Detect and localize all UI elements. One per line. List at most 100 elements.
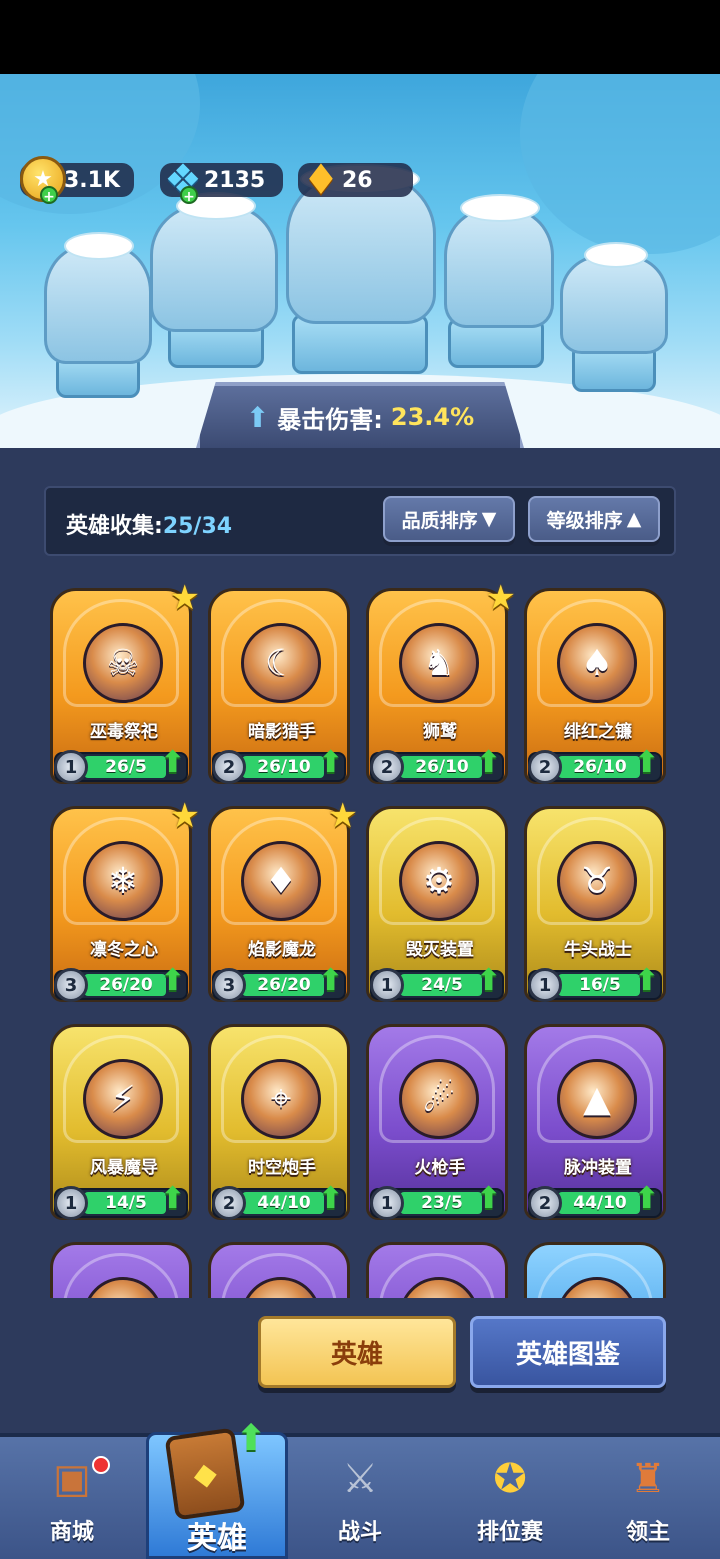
hero-card[interactable]: ☾ 暗影猎手 26/10 2 ⬆ <box>208 588 350 792</box>
hero-name: 时空炮手 <box>248 1158 316 1178</box>
hero-level-row: 44/10 2 ⬆ <box>528 1182 662 1220</box>
hero-level-badge: 1 <box>528 968 562 1002</box>
hero-card[interactable]: ▲ 脉冲装置 44/10 2 ⬆ <box>524 1024 666 1228</box>
tab-heroes[interactable]: 英雄 <box>258 1316 456 1388</box>
hero-level-row: 24/5 1 ⬆ <box>370 964 504 1002</box>
hero-progress: 16/5 <box>579 975 621 995</box>
tab-hero-codex[interactable]: 英雄图鉴 <box>470 1316 666 1388</box>
bonus-value: 23.4% <box>390 403 475 431</box>
ice-cave-wall <box>520 74 720 254</box>
bonus-label: 暴击伤害: <box>277 405 383 434</box>
hero-portrait-icon: ♉ <box>580 860 614 902</box>
hero-level-row: 26/5 1 ⬆ <box>54 746 188 784</box>
hero-name: 毁灭装置 <box>406 940 474 960</box>
collection-label: 英雄收集:25/34 <box>66 508 232 540</box>
hero-card-body <box>524 1242 666 1298</box>
hero-progress: 26/10 <box>415 757 469 777</box>
hero-name: 焰影魔龙 <box>248 940 316 960</box>
hero-card[interactable]: ♠ 绯红之镰 26/10 2 ⬆ <box>524 588 666 792</box>
hero-progress: 24/5 <box>421 975 463 995</box>
star-icon: ★ <box>485 580 516 618</box>
hero-progress: 44/10 <box>573 1193 627 1213</box>
hero-card[interactable]: ♦ 焰影魔龙 26/20 3 ⬆ ★ <box>208 796 358 1010</box>
hero-level-badge: 2 <box>528 1186 562 1220</box>
hero-progress: 26/20 <box>99 975 153 995</box>
hero-progress: 26/20 <box>257 975 311 995</box>
hero-card[interactable]: ⚡ 风暴魔导 14/5 1 ⬆ <box>50 1024 192 1228</box>
upgrade-arrow-icon[interactable]: ⬆ <box>634 1182 664 1216</box>
upgrade-arrow-icon[interactable]: ⬆ <box>476 746 506 780</box>
snow-cap <box>584 242 648 268</box>
hero-name: 凛冬之心 <box>90 940 158 960</box>
upgrade-arrow-icon[interactable]: ⬆ <box>160 746 190 780</box>
hero-card[interactable] <box>50 1242 192 1298</box>
hero-name: 狮鹫 <box>423 722 457 742</box>
hero-portrait-icon: ♦ <box>264 860 298 902</box>
gold-currency[interactable]: 3.1K ★ + <box>20 156 135 205</box>
hero-portrait-icon: ⚙ <box>422 860 456 902</box>
upgrade-arrow-icon[interactable]: ⬆ <box>476 964 506 998</box>
upgrade-arrow-icon[interactable]: ⬆ <box>634 746 664 780</box>
statue-gryphon <box>150 204 278 332</box>
hero-card[interactable]: ☠ 巫毒祭祀 26/5 1 ⬆ ★ <box>50 580 200 792</box>
hero-card[interactable]: ♉ 牛头战士 16/5 1 ⬆ <box>524 806 666 1010</box>
hero-progress: 14/5 <box>105 1193 147 1213</box>
collection-count: 25/34 <box>162 514 233 539</box>
add-gold-icon[interactable]: + <box>40 186 58 205</box>
hero-card[interactable] <box>208 1242 350 1298</box>
snow-cap <box>64 232 134 260</box>
nav-shop[interactable]: ▣ 商城 <box>12 1450 132 1550</box>
nav-shop-label: 商城 <box>49 1520 94 1545</box>
hero-level-badge: 3 <box>212 968 246 1002</box>
star-icon: ★ <box>169 580 200 618</box>
upgrade-arrow-icon: ⬆ <box>236 1418 267 1459</box>
sort-quality-label: 品质排序 <box>401 509 478 532</box>
nav-battle[interactable]: ⚔ 战斗 <box>300 1450 420 1550</box>
hero-card[interactable]: ❄ 凛冬之心 26/20 3 ⬆ ★ <box>50 796 200 1010</box>
hero-level-badge: 3 <box>54 968 88 1002</box>
upgrade-arrow-icon[interactable]: ⬆ <box>476 1182 506 1216</box>
nav-ranked-label: 排位赛 <box>476 1520 543 1545</box>
hero-card-body <box>208 1242 350 1298</box>
hero-portrait-icon: ❄ <box>107 860 139 902</box>
crossed-swords-icon: ⚔ <box>342 1456 378 1502</box>
upgrade-arrow-icon[interactable]: ⬆ <box>160 964 190 998</box>
hero-card[interactable]: ⚙ 毁灭装置 24/5 1 ⬆ <box>366 806 508 1010</box>
star-icon: ★ <box>327 796 358 836</box>
statue-hooded <box>444 208 554 328</box>
hero-portrait-icon: ☄ <box>422 1078 456 1120</box>
upgrade-arrow-icon[interactable]: ⬆ <box>160 1182 190 1216</box>
upgrade-arrow-icon[interactable]: ⬆ <box>318 746 348 780</box>
hero-portrait-icon: ☾ <box>264 642 298 684</box>
hero-level-row: 16/5 1 ⬆ <box>528 964 662 1002</box>
hero-level-badge: 2 <box>370 750 404 784</box>
nav-heroes-label: 英雄 <box>187 1521 247 1556</box>
nav-battle-label: 战斗 <box>337 1520 382 1545</box>
upgrade-arrow-icon[interactable]: ⬆ <box>318 964 348 998</box>
hero-name: 绯红之镰 <box>564 722 632 742</box>
collection-title: 英雄收集: <box>66 514 163 539</box>
gem-currency[interactable]: 2135 ❖ + <box>160 155 284 205</box>
sort-level-button[interactable]: 等级排序 ▲ <box>528 496 660 542</box>
hero-name: 风暴魔导 <box>90 1158 158 1178</box>
shard-value: 26 <box>342 167 373 193</box>
notification-badge <box>92 1456 110 1474</box>
sort-quality-button[interactable]: 品质排序 ▼ <box>383 496 515 542</box>
hero-card[interactable]: ☄ 火枪手 23/5 1 ⬆ <box>366 1024 508 1228</box>
nav-ranked[interactable]: ✪ 排位赛 <box>450 1450 570 1550</box>
up-arrow-icon: ⬆ <box>245 400 270 434</box>
add-gem-icon[interactable]: + <box>180 186 198 205</box>
snow-cap <box>460 194 540 222</box>
upgrade-arrow-icon[interactable]: ⬆ <box>634 964 664 998</box>
upgrade-arrow-icon[interactable]: ⬆ <box>318 1182 348 1216</box>
hero-card[interactable] <box>366 1242 508 1298</box>
hero-card[interactable]: ♞ 狮鹫 26/10 2 ⬆ ★ <box>366 580 516 792</box>
hero-level-badge: 2 <box>528 750 562 784</box>
nav-lord[interactable]: ♜ 领主 <box>588 1450 708 1550</box>
hero-progress: 26/10 <box>573 757 627 777</box>
hero-card[interactable]: ⌖ 时空炮手 44/10 2 ⬆ <box>208 1024 350 1228</box>
status-bar <box>0 0 720 74</box>
hero-level-row: 14/5 1 ⬆ <box>54 1182 188 1220</box>
hero-card[interactable] <box>524 1242 666 1298</box>
hero-name: 脉冲装置 <box>564 1158 632 1178</box>
